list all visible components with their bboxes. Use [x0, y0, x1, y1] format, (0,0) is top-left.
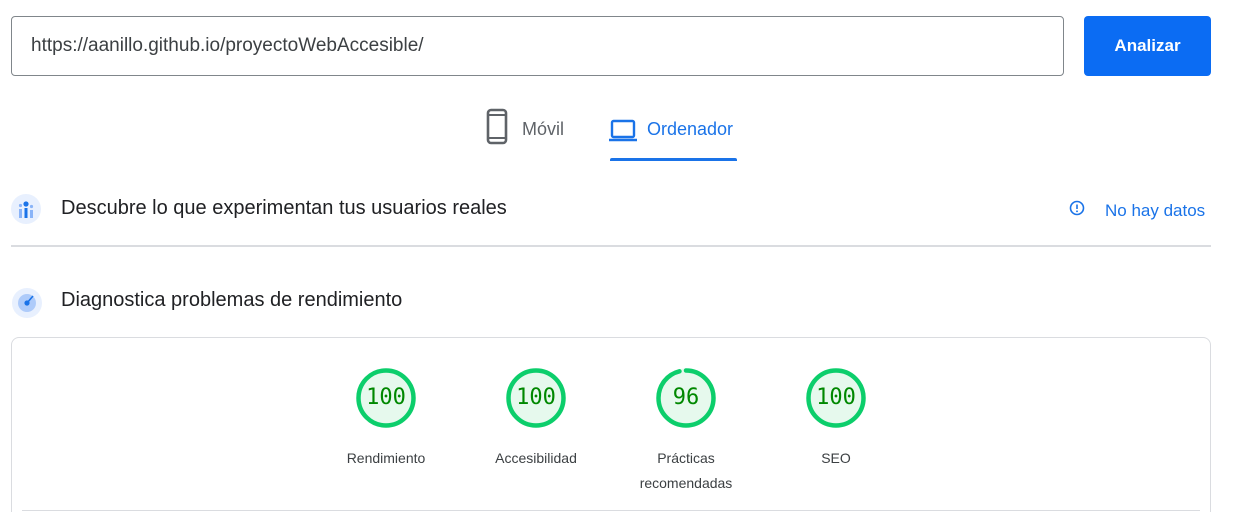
- info-icon: [1068, 199, 1086, 222]
- device-tabs: Móvil Ordenador: [0, 108, 1250, 162]
- score-gauge-seo[interactable]: 100 SEO: [761, 367, 911, 471]
- score-value: 100: [366, 385, 406, 410]
- tab-desktop-label: Ordenador: [647, 119, 734, 139]
- no-data-label: No hay datos: [1105, 200, 1206, 220]
- users-chart-icon: [11, 192, 41, 231]
- field-data-title: Descubre lo que experimentan tus usuario…: [61, 197, 507, 219]
- lab-data-header: Diagnostica problemas de rendimiento: [0, 282, 1250, 322]
- score-value: 100: [816, 385, 856, 410]
- url-input[interactable]: [11, 16, 1064, 76]
- scores-card: 100 Rendimiento 100 Accesibilidad 96 Prá…: [11, 337, 1211, 512]
- field-data-header: Descubre lo que experimentan tus usuario…: [0, 190, 1250, 230]
- laptop-icon: [609, 108, 637, 151]
- score-value: 96: [672, 385, 700, 410]
- tab-desktop[interactable]: Ordenador: [609, 108, 739, 160]
- score-gauge-best-practices[interactable]: 96 Prácticas recomendadas: [611, 367, 761, 496]
- section-divider: [11, 245, 1211, 247]
- score-value: 100: [516, 385, 556, 410]
- active-tab-indicator: [610, 158, 737, 161]
- pagespeed-page: Analizar Móvil Ordenador: [0, 0, 1250, 512]
- score-label: SEO: [821, 450, 851, 466]
- score-label: Accesibilidad: [495, 450, 577, 466]
- score-gauge-performance[interactable]: 100 Rendimiento: [311, 367, 461, 471]
- score-label: Prácticas recomendadas: [639, 450, 733, 491]
- no-data-link[interactable]: No hay datos: [1068, 199, 1205, 222]
- radar-icon: [11, 284, 43, 323]
- score-gauge-accessibility[interactable]: 100 Accesibilidad: [461, 367, 611, 471]
- smartphone-icon: [486, 108, 508, 151]
- tab-mobile[interactable]: Móvil: [486, 108, 576, 160]
- card-divider: [22, 510, 1200, 511]
- tab-mobile-label: Móvil: [522, 119, 565, 139]
- analyze-button[interactable]: Analizar: [1084, 16, 1211, 76]
- lab-data-title: Diagnostica problemas de rendimiento: [61, 289, 403, 311]
- score-label: Rendimiento: [346, 450, 426, 466]
